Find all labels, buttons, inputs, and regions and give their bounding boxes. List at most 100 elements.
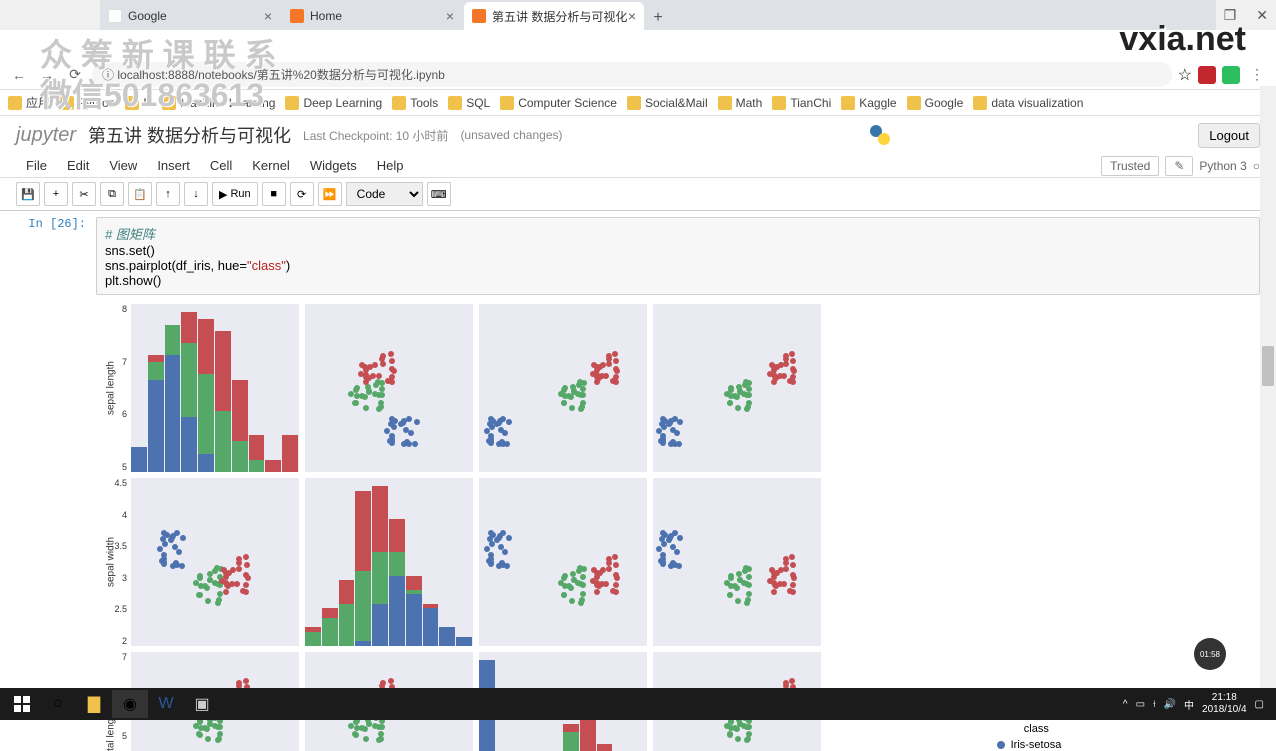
command-palette-button[interactable]: ⌨ [427,182,451,206]
menu-file[interactable]: File [16,154,57,177]
bookmark-math[interactable]: Math [718,96,763,110]
url-text: localhost:8888/notebooks/第五讲%20数据分析与可视化.… [117,68,444,82]
input-prompt: In [26]: [16,217,96,295]
menu-insert[interactable]: Insert [147,154,200,177]
jupyter-menubar: File Edit View Insert Cell Kernel Widget… [0,154,1276,178]
tray-chevron-icon[interactable]: ^ [1123,699,1128,710]
reload-button[interactable]: ⟳ [64,64,86,86]
close-tab-icon[interactable]: × [264,8,272,24]
folder-icon [392,96,406,110]
close-tab-icon[interactable]: × [628,8,636,24]
restart-button[interactable]: ⟳ [290,182,314,206]
menu-kernel[interactable]: Kernel [242,154,300,177]
close-tab-icon[interactable]: × [446,8,454,24]
folder-icon [718,96,732,110]
tab-label: 第五讲 数据分析与可视化 [492,8,627,25]
chrome-menu-icon[interactable]: ⋮ [1246,64,1268,86]
cell-type-select[interactable]: Code [346,182,423,206]
task-explorer[interactable]: ▇ [76,690,112,718]
new-tab-button[interactable]: + [646,6,670,30]
task-chrome[interactable]: ◉ [112,690,148,718]
add-cell-button[interactable]: + [44,182,68,206]
back-button[interactable]: ← [8,64,30,86]
tab-notebook[interactable]: 第五讲 数据分析与可视化 × [464,2,644,30]
maximize-button[interactable]: ❐ [1224,7,1237,24]
folder-icon [448,96,462,110]
bookmark-sql[interactable]: SQL [448,96,490,110]
menu-cell[interactable]: Cell [200,154,242,177]
menu-view[interactable]: View [99,154,147,177]
bookmark-ml[interactable]: Machine Learning [162,96,275,110]
tray-volume-icon[interactable]: 🔊 [1164,699,1176,710]
edit-mode-icon[interactable]: ✎ [1165,156,1193,176]
logout-button[interactable]: Logout [1198,123,1260,148]
bookmark-apps[interactable]: 应用 [8,94,50,111]
autosave-text: (unsaved changes) [460,128,562,142]
scrollbar-thumb[interactable] [1262,346,1274,386]
interrupt-button[interactable]: ■ [262,182,286,206]
pairplot-figure: sepal length8765sepal width4.543.532.52p… [96,303,916,751]
kernel-status-icon: ○ [1253,159,1260,173]
jupyter-logo[interactable]: jupyter [16,124,76,147]
tray-wifi-icon[interactable]: ⟊ [1153,699,1156,710]
task-cortana[interactable]: ○ [40,690,76,718]
bookmark-cs[interactable]: Computer Science [500,96,617,110]
notebook-title[interactable]: 第五讲 数据分析与可视化 [88,122,291,148]
task-word[interactable]: W [148,690,184,718]
run-button[interactable]: ▶ Run [212,182,258,206]
address-bar: ← → ⟳ ⓘ localhost:8888/notebooks/第五讲%20数… [0,60,1276,90]
info-icon: ⓘ [102,68,114,82]
bookmark-star-icon[interactable]: ☆ [1178,65,1192,85]
evernote-icon[interactable] [1222,66,1240,84]
folder-icon [500,96,514,110]
start-button[interactable] [4,690,40,718]
tray-notifications-icon[interactable]: ▢ [1255,699,1264,710]
tab-label: Home [310,9,342,23]
move-up-button[interactable]: ↑ [156,182,180,206]
bookmark-social[interactable]: Social&Mail [627,96,708,110]
menu-edit[interactable]: Edit [57,154,99,177]
bookmarks-bar: 应用 Python R Machine Learning Deep Learni… [0,90,1276,116]
save-button[interactable]: 💾 [16,182,40,206]
bookmark-r[interactable]: R [125,96,152,110]
move-down-button[interactable]: ↓ [184,182,208,206]
subplot [478,477,648,647]
paste-button[interactable]: 📋 [128,182,152,206]
tab-home[interactable]: Home × [282,2,462,30]
restart-run-all-button[interactable]: ⏩ [318,182,342,206]
bookmark-tools[interactable]: Tools [392,96,438,110]
tab-google[interactable]: Google × [100,2,280,30]
close-window-button[interactable]: ✕ [1256,7,1268,24]
forward-button[interactable]: → [36,64,58,86]
menu-help[interactable]: Help [367,154,414,177]
jupyter-favicon [472,9,486,23]
subplot [478,303,648,473]
adblock-icon[interactable] [1198,66,1216,84]
copy-button[interactable]: ⧉ [100,182,124,206]
bookmark-google[interactable]: Google [907,96,964,110]
tray-battery-icon[interactable]: ▭ [1136,699,1145,710]
code-input[interactable]: # 图矩阵 sns.set() sns.pairplot(df_iris, hu… [96,217,1260,295]
bookmark-tianchi[interactable]: TianChi [772,96,831,110]
code-cell[interactable]: In [26]: # 图矩阵 sns.set() sns.pairplot(df… [16,217,1260,295]
jupyter-toolbar: 💾 + ✂ ⧉ 📋 ↑ ↓ ▶ Run ■ ⟳ ⏩ Code ⌨ [0,178,1276,211]
kernel-name[interactable]: Python 3 [1199,159,1246,173]
trusted-indicator[interactable]: Trusted [1101,156,1159,176]
plot-legend: class Iris-setosa Iris-versicolor Iris-v… [997,723,1076,751]
folder-icon [627,96,641,110]
bookmark-dl[interactable]: Deep Learning [285,96,382,110]
bookmark-dataviz[interactable]: data visualization [973,96,1083,110]
task-terminal[interactable]: ▣ [184,690,220,718]
menu-widgets[interactable]: Widgets [300,154,367,177]
taskbar-clock[interactable]: 21:18 2018/10/4 [1202,692,1247,716]
vertical-scrollbar[interactable] [1260,86,1276,688]
python-logo-icon [868,123,892,147]
bookmark-python[interactable]: Python [60,96,115,110]
notebook-area: In [26]: # 图矩阵 sns.set() sns.pairplot(df… [0,211,1276,751]
url-field[interactable]: ⓘ localhost:8888/notebooks/第五讲%20数据分析与可视… [92,62,1172,87]
bookmark-kaggle[interactable]: Kaggle [841,96,896,110]
folder-icon [125,96,139,110]
cut-button[interactable]: ✂ [72,182,96,206]
tray-ime[interactable]: 中 [1184,697,1194,712]
browser-tabs: Google × Home × 第五讲 数据分析与可视化 × + [100,0,1216,30]
